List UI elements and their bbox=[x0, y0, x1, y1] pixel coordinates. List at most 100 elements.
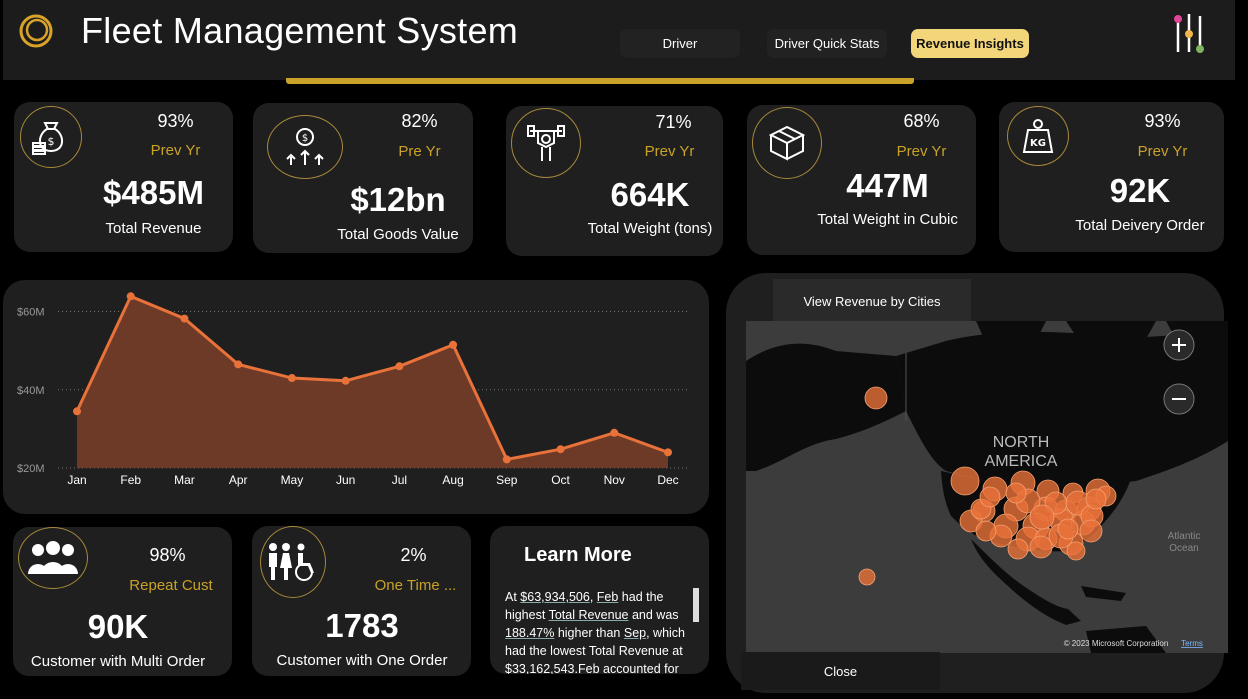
map-copyright: © 2023 Microsoft Corporation bbox=[1064, 639, 1169, 648]
narrative-measure: Total Revenue bbox=[548, 608, 629, 622]
kpi-label: Total Weight in Cubic bbox=[817, 211, 958, 228]
kpi-card-multi-order-customers: 98% Repeat Cust 90K Customer with Multi … bbox=[13, 527, 232, 676]
land-caribbean bbox=[1081, 586, 1126, 601]
x-tick-label: Feb bbox=[120, 473, 141, 487]
city-bubble[interactable] bbox=[1005, 482, 1027, 504]
kpi-prev-label: Prev Yr bbox=[150, 142, 201, 159]
kg-weight-icon: KG bbox=[1007, 106, 1069, 166]
people-accessibility-icon bbox=[260, 526, 326, 598]
svg-text:KG: KG bbox=[1030, 138, 1046, 149]
data-point bbox=[664, 448, 672, 457]
zoom-in-icon[interactable] bbox=[1163, 329, 1195, 361]
city-bubble[interactable] bbox=[1057, 518, 1079, 540]
kpi-card-total-goods-value: $ 82% Pre Yr $12bn Total Goods Value bbox=[253, 103, 473, 253]
weightlifting-icon bbox=[511, 108, 581, 178]
kpi-label: Total Deivery Order bbox=[1075, 217, 1205, 234]
zoom-out-icon[interactable] bbox=[1163, 383, 1195, 415]
money-bag-icon: $ bbox=[20, 106, 82, 168]
data-point bbox=[395, 362, 404, 371]
x-tick-label: Oct bbox=[551, 473, 570, 487]
city-bubble[interactable] bbox=[1066, 541, 1086, 561]
kpi-card-total-weight-tons: 71% Prev Yr 664K Total Weight (tons) bbox=[506, 106, 723, 256]
tab-revenue-insights[interactable]: Revenue Insights bbox=[911, 29, 1029, 58]
app-header: Fleet Management System Driver Driver Qu… bbox=[3, 0, 1235, 80]
data-point bbox=[73, 407, 81, 416]
kpi-card-one-order-customers: 2% One Time ... 1783 Customer with One O… bbox=[252, 526, 471, 676]
app-title: Fleet Management System bbox=[81, 10, 519, 51]
kpi-pct: 93% bbox=[157, 111, 194, 131]
kpi-label: Total Revenue bbox=[105, 220, 202, 237]
kpi-label: Customer with One Order bbox=[276, 652, 448, 669]
kpi-prev-label: One Time ... bbox=[374, 577, 457, 594]
city-bubble[interactable] bbox=[1029, 535, 1053, 559]
kpi-value: 447M bbox=[846, 167, 929, 204]
map-label-america: AMERICA bbox=[985, 453, 1058, 470]
learn-more-card: Learn More At $63,934,506, Feb had the h… bbox=[490, 526, 709, 674]
x-tick-label: Mar bbox=[174, 473, 195, 487]
kpi-prev-label: Prev Yr bbox=[644, 143, 695, 160]
narrative-text: and was bbox=[628, 608, 679, 622]
svg-text:$: $ bbox=[302, 133, 308, 144]
x-tick-label: Apr bbox=[229, 473, 248, 487]
x-tick-label: Jul bbox=[392, 473, 407, 487]
kpi-card-total-delivery-order: KG 93% Prev Yr 92K Total Deivery Order bbox=[999, 102, 1224, 252]
city-bubble[interactable] bbox=[1007, 538, 1029, 560]
kpi-card-total-revenue: $ 93% Prev Yr $485M Total Revenue bbox=[14, 102, 233, 252]
kpi-prev-label: Prev Yr bbox=[1137, 143, 1188, 160]
map-svg: NORTH AMERICA Atlantic Ocean © 2023 Micr… bbox=[746, 321, 1228, 653]
city-bubble[interactable] bbox=[864, 386, 888, 410]
data-point bbox=[502, 455, 511, 464]
x-tick-label: May bbox=[281, 473, 304, 487]
map-label-ocean: Ocean bbox=[1169, 543, 1198, 554]
kpi-prev-label: Prev Yr bbox=[896, 143, 947, 160]
kpi-card-total-weight-cubic: 68% Prev Yr 447M Total Weight in Cubic bbox=[747, 105, 976, 255]
x-tick-label: Dec bbox=[657, 473, 678, 487]
map-terms-link[interactable]: Terms bbox=[1181, 639, 1203, 648]
revenue-area-chart-svg: $20M $40M $60M Jan Feb Mar Apr May Jun Jul Aug Sep O… bbox=[17, 292, 688, 487]
data-point bbox=[180, 314, 189, 323]
close-button[interactable]: Close bbox=[741, 652, 940, 690]
svg-text:$: $ bbox=[48, 135, 55, 148]
city-bubble[interactable] bbox=[950, 466, 980, 496]
x-tick-label: Nov bbox=[604, 473, 625, 487]
tab-view-revenue-by-cities[interactable]: View Revenue by Cities bbox=[773, 279, 971, 323]
filter-sliders-icon[interactable] bbox=[1169, 12, 1209, 56]
learn-more-scrollbar[interactable] bbox=[693, 588, 699, 622]
x-tick-label: Sep bbox=[496, 473, 518, 487]
data-point bbox=[610, 428, 619, 437]
kpi-value: 92K bbox=[1109, 172, 1171, 209]
x-tick-label: Jan bbox=[67, 473, 86, 487]
narrative-text: , bbox=[589, 590, 597, 604]
data-point bbox=[234, 360, 243, 369]
narrative-month: Sep bbox=[623, 626, 647, 640]
coin-growth-icon: $ bbox=[267, 115, 343, 179]
kpi-label: Customer with Multi Order bbox=[30, 653, 206, 670]
kpi-value: $12bn bbox=[350, 181, 446, 218]
x-tick-label: Aug bbox=[442, 473, 463, 487]
city-bubble[interactable] bbox=[979, 486, 1001, 508]
city-bubble[interactable] bbox=[975, 520, 997, 542]
tab-driver[interactable]: Driver bbox=[620, 29, 740, 58]
kpi-value: 90K bbox=[87, 608, 149, 645]
kpi-pct: 82% bbox=[401, 111, 438, 131]
data-point bbox=[287, 374, 296, 383]
tab-driver-quick-stats[interactable]: Driver Quick Stats bbox=[767, 29, 887, 58]
city-bubble[interactable] bbox=[1079, 519, 1103, 543]
city-bubble[interactable] bbox=[858, 568, 876, 586]
city-bubble[interactable] bbox=[1085, 488, 1107, 510]
learn-more-narrative: At $63,934,506, Feb had the highest Tota… bbox=[505, 588, 693, 674]
y-tick-label: $40M bbox=[17, 385, 45, 397]
kpi-prev-label: Pre Yr bbox=[398, 143, 441, 160]
data-point bbox=[556, 445, 565, 454]
group-icon bbox=[18, 527, 88, 589]
kpi-pct: 98% bbox=[149, 545, 186, 565]
y-tick-label: $60M bbox=[17, 307, 45, 319]
kpi-pct: 93% bbox=[1144, 111, 1181, 131]
data-point bbox=[449, 340, 458, 349]
narrative-pct: 188.47% bbox=[505, 626, 555, 640]
revenue-by-cities-map[interactable]: NORTH AMERICA Atlantic Ocean © 2023 Micr… bbox=[746, 321, 1228, 653]
narrative-month: Feb bbox=[596, 590, 619, 604]
city-bubble[interactable] bbox=[1029, 504, 1055, 530]
y-tick-label: $20M bbox=[17, 463, 45, 475]
data-point bbox=[341, 376, 350, 385]
